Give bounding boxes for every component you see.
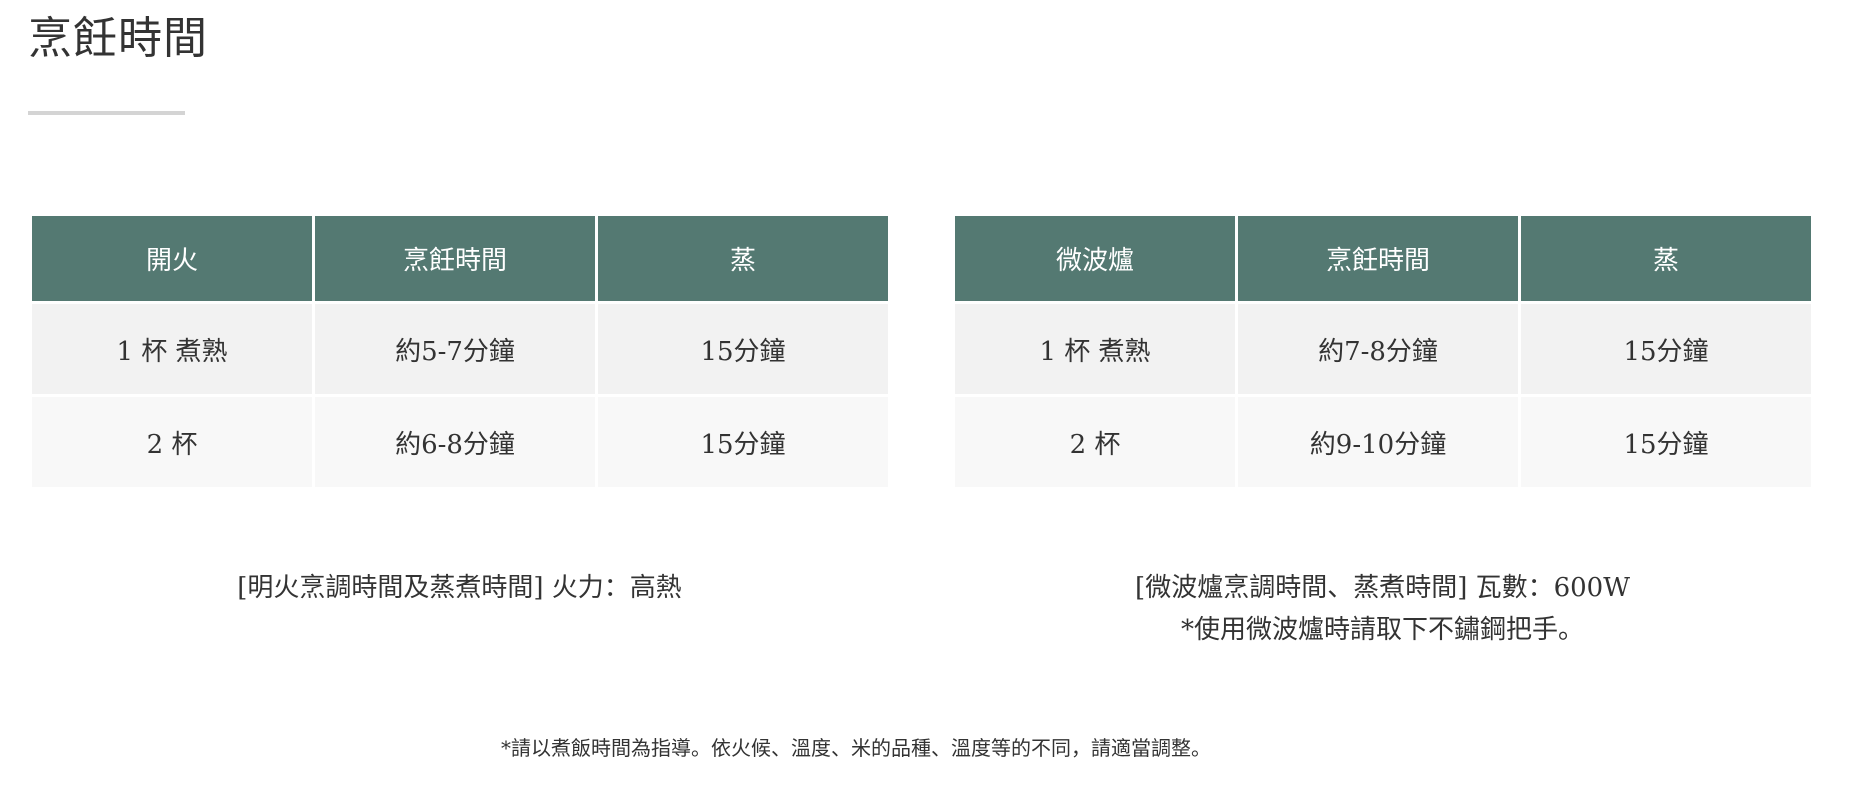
microwave-cooking-table: 微波爐 烹飪時間 蒸 1 杯 煮熟 約7-8分鐘 15分鐘 2 杯 約9-10分… [952,213,1814,490]
table-header-row: 微波爐 烹飪時間 蒸 [955,216,1811,301]
cell-amount: 2 杯 [32,397,312,487]
header-microwave: 微波爐 [955,216,1235,301]
microwave-note-line2: *使用微波爐時請取下不鏽鋼把手。 [1180,615,1584,645]
page-title: 烹飪時間 [28,13,208,64]
header-steam: 蒸 [1521,216,1811,301]
title-underline [28,111,185,115]
cell-amount: 2 杯 [955,397,1235,487]
header-cooking-time: 烹飪時間 [315,216,595,301]
microwave-note-line1: [微波爐烹調時間、蒸煮時間] 瓦數：600W [1135,573,1630,603]
cooking-footnote: *請以煮飯時間為指導。依火候、溫度、米的品種、溫度等的不同，請適當調整。 [501,736,1211,760]
header-cooking-time: 烹飪時間 [1238,216,1518,301]
table-header-row: 開火 烹飪時間 蒸 [32,216,888,301]
microwave-note: [微波爐烹調時間、蒸煮時間] 瓦數：600W *使用微波爐時請取下不鏽鋼把手。 [952,567,1813,651]
table-row: 1 杯 煮熟 約7-8分鐘 15分鐘 [955,304,1811,394]
header-stovetop: 開火 [32,216,312,301]
cell-amount: 1 杯 煮熟 [955,304,1235,394]
cell-steam-time: 15分鐘 [1521,304,1811,394]
stovetop-note: [明火烹調時間及蒸煮時間] 火力：高熱 [29,567,890,609]
header-steam: 蒸 [598,216,888,301]
stovetop-cooking-table: 開火 烹飪時間 蒸 1 杯 煮熟 約5-7分鐘 15分鐘 2 杯 約6-8分鐘 … [29,213,891,490]
cell-amount: 1 杯 煮熟 [32,304,312,394]
table-row: 2 杯 約6-8分鐘 15分鐘 [32,397,888,487]
table-row: 2 杯 約9-10分鐘 15分鐘 [955,397,1811,487]
cell-steam-time: 15分鐘 [1521,397,1811,487]
cell-cooking-time: 約5-7分鐘 [315,304,595,394]
cell-cooking-time: 約7-8分鐘 [1238,304,1518,394]
cell-steam-time: 15分鐘 [598,397,888,487]
cell-steam-time: 15分鐘 [598,304,888,394]
stovetop-note-text: [明火烹調時間及蒸煮時間] 火力：高熱 [237,573,682,603]
cell-cooking-time: 約6-8分鐘 [315,397,595,487]
table-row: 1 杯 煮熟 約5-7分鐘 15分鐘 [32,304,888,394]
cell-cooking-time: 約9-10分鐘 [1238,397,1518,487]
